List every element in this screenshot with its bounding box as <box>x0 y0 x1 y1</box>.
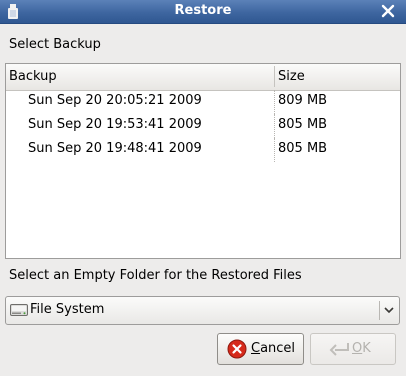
table-row[interactable]: Sun Sep 20 19:48:41 2009 805 MB <box>6 138 400 162</box>
backup-date: Sun Sep 20 20:05:21 2009 <box>28 93 202 108</box>
window-title: Restore <box>174 3 232 18</box>
chevron-down-icon[interactable] <box>383 304 395 316</box>
column-header-size[interactable]: Size <box>278 69 305 84</box>
cell-divider <box>274 90 275 114</box>
backup-date: Sun Sep 20 19:53:41 2009 <box>28 117 202 132</box>
backup-size: 809 MB <box>278 93 328 108</box>
table-row[interactable]: Sun Sep 20 20:05:21 2009 809 MB <box>6 90 400 114</box>
ok-mnemonic: O <box>352 341 363 356</box>
cancel-label-rest: ancel <box>260 341 296 356</box>
title-bar[interactable]: Restore <box>0 0 406 24</box>
cell-divider <box>274 114 275 138</box>
folder-select[interactable]: File System <box>5 296 400 325</box>
cancel-label: Cancel <box>251 341 295 356</box>
cancel-icon <box>227 339 247 359</box>
ok-label-rest: K <box>362 341 371 356</box>
ok-button[interactable]: OK <box>310 333 396 365</box>
table-row[interactable]: Sun Sep 20 19:53:41 2009 805 MB <box>6 114 400 138</box>
ok-label: OK <box>352 341 371 356</box>
cancel-mnemonic: C <box>251 341 261 356</box>
restore-dialog: Restore Select Backup Backup Size Sun Se… <box>0 0 406 376</box>
select-backup-label: Select Backup <box>9 37 101 52</box>
column-divider[interactable] <box>274 66 275 87</box>
ok-icon <box>329 343 349 356</box>
list-header: Backup Size <box>6 64 400 91</box>
select-folder-label: Select an Empty Folder for the Restored … <box>9 268 302 283</box>
backup-size: 805 MB <box>278 141 328 156</box>
backup-date: Sun Sep 20 19:48:41 2009 <box>28 141 202 156</box>
cell-divider <box>274 138 275 162</box>
close-icon[interactable] <box>378 2 398 20</box>
column-header-backup[interactable]: Backup <box>9 69 57 84</box>
drive-icon <box>10 304 28 316</box>
backup-list[interactable]: Backup Size Sun Sep 20 20:05:21 2009 809… <box>5 63 401 259</box>
combo-divider <box>379 301 380 320</box>
cancel-button[interactable]: Cancel <box>217 333 304 365</box>
folder-select-value: File System <box>30 302 105 317</box>
backup-size: 805 MB <box>278 117 328 132</box>
